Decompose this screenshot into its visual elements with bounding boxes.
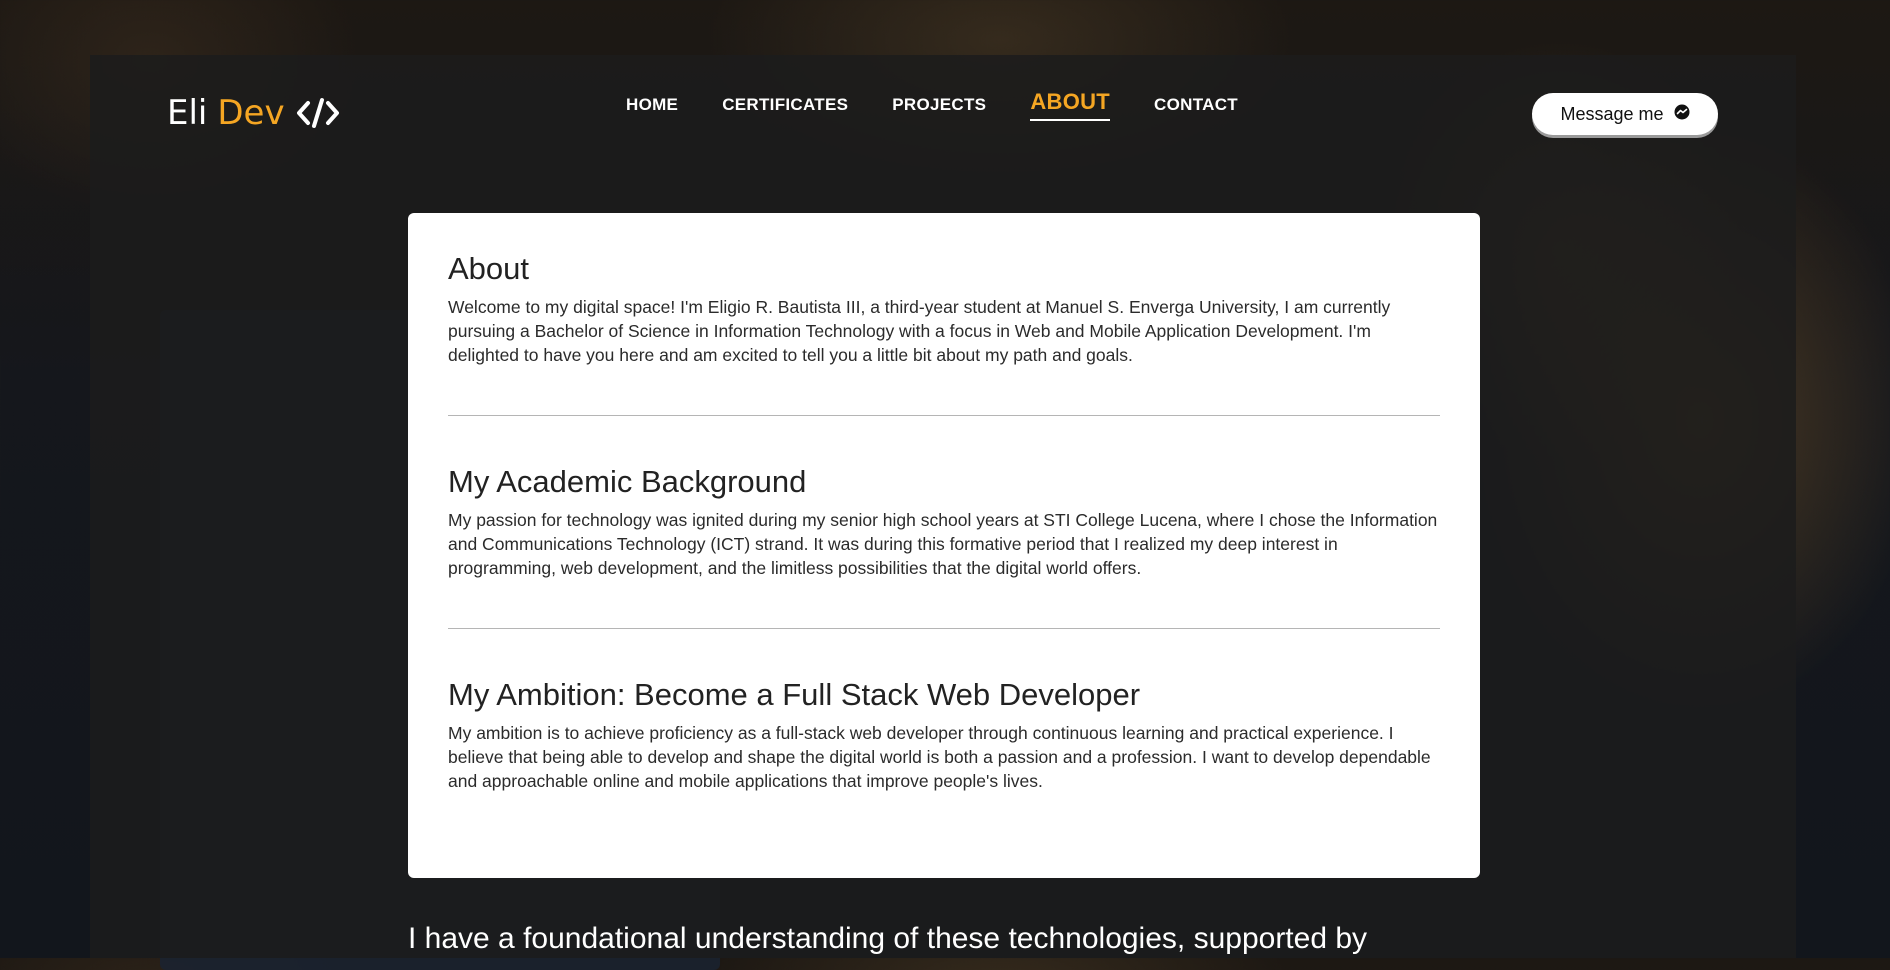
- about-section: About Welcome to my digital space! I'm E…: [448, 251, 1440, 367]
- message-me-button[interactable]: Message me: [1532, 93, 1718, 135]
- nav-contact[interactable]: CONTACT: [1154, 95, 1238, 121]
- section-divider: [448, 628, 1440, 629]
- section-title: About: [448, 251, 530, 286]
- message-me-label: Message me: [1560, 103, 1664, 124]
- code-brackets-icon: [295, 95, 341, 131]
- section-title: My Academic Background: [448, 464, 807, 499]
- technologies-heading: I have a foundational understanding of t…: [408, 922, 1368, 955]
- section-body: My ambition is to achieve proficiency as…: [448, 723, 1431, 791]
- site-logo[interactable]: Eli Dev: [167, 93, 341, 133]
- academic-background-section: My Academic Background My passion for te…: [448, 464, 1440, 580]
- logo-text-second: Dev: [217, 93, 285, 133]
- site-header: Eli Dev HOME CERTIFICATES PROJECTS ABOUT…: [90, 55, 1796, 175]
- nav-home[interactable]: HOME: [626, 95, 678, 121]
- about-card: About Welcome to my digital space! I'm E…: [408, 213, 1480, 878]
- section-body: My passion for technology was ignited du…: [448, 510, 1438, 578]
- nav-certificates[interactable]: CERTIFICATES: [722, 95, 848, 121]
- main-nav: HOME CERTIFICATES PROJECTS ABOUT CONTACT: [626, 89, 1238, 121]
- messenger-icon: [1674, 104, 1690, 125]
- section-title: My Ambition: Become a Full Stack Web Dev…: [448, 677, 1141, 712]
- ambition-section: My Ambition: Become a Full Stack Web Dev…: [448, 677, 1440, 793]
- section-divider: [448, 415, 1440, 416]
- section-body: Welcome to my digital space! I'm Eligio …: [448, 297, 1391, 365]
- nav-projects[interactable]: PROJECTS: [892, 95, 986, 121]
- logo-text-first: Eli: [167, 93, 208, 133]
- nav-about[interactable]: ABOUT: [1030, 89, 1111, 121]
